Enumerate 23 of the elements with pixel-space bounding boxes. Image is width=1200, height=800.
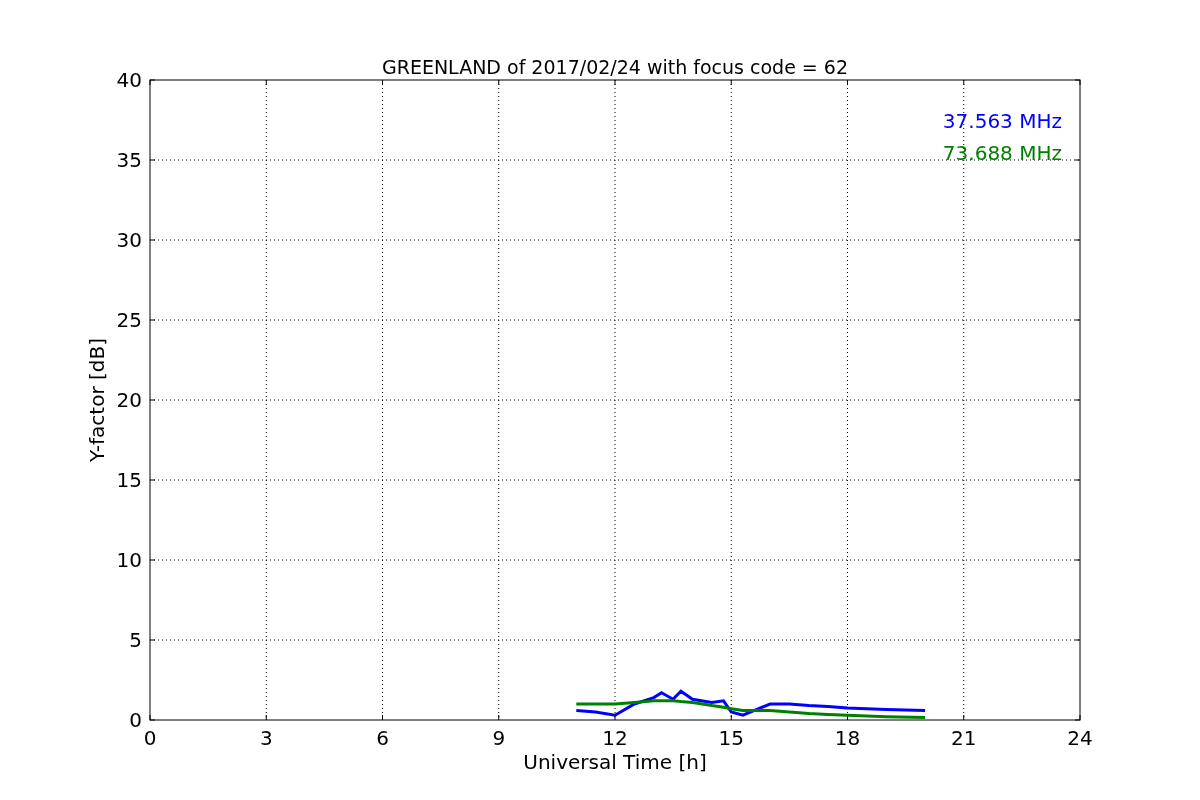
tick-label: 20 (116, 388, 142, 412)
tick-label: 0 (143, 726, 157, 750)
tick-label: 12 (602, 726, 628, 750)
tick-label: 15 (116, 468, 142, 492)
tick-label: 40 (116, 68, 142, 92)
tick-label: 18 (834, 726, 861, 750)
tick-label: 15 (718, 726, 744, 750)
tick-label: 35 (116, 148, 142, 172)
legend-label: 37.563 MHz (942, 109, 1062, 133)
tick-label: 5 (129, 628, 142, 652)
legend-label: 73.688 MHz (942, 141, 1062, 165)
tick-label: 0 (129, 708, 142, 732)
tick-label: 21 (951, 726, 977, 750)
chart-title: GREENLAND of 2017/02/24 with focus code = 62 (382, 56, 848, 78)
x-axis-label: Universal Time [h] (523, 750, 707, 774)
tick-label: 30 (116, 228, 142, 252)
tick-label: 3 (259, 726, 273, 750)
tick-label: 25 (116, 308, 142, 332)
y-axis-label: Y-factor [dB] (85, 338, 109, 462)
tick-label: 10 (116, 548, 142, 572)
tick-label: 24 (1067, 726, 1093, 750)
tick-label: 9 (492, 726, 506, 750)
tick-label: 6 (376, 726, 389, 750)
